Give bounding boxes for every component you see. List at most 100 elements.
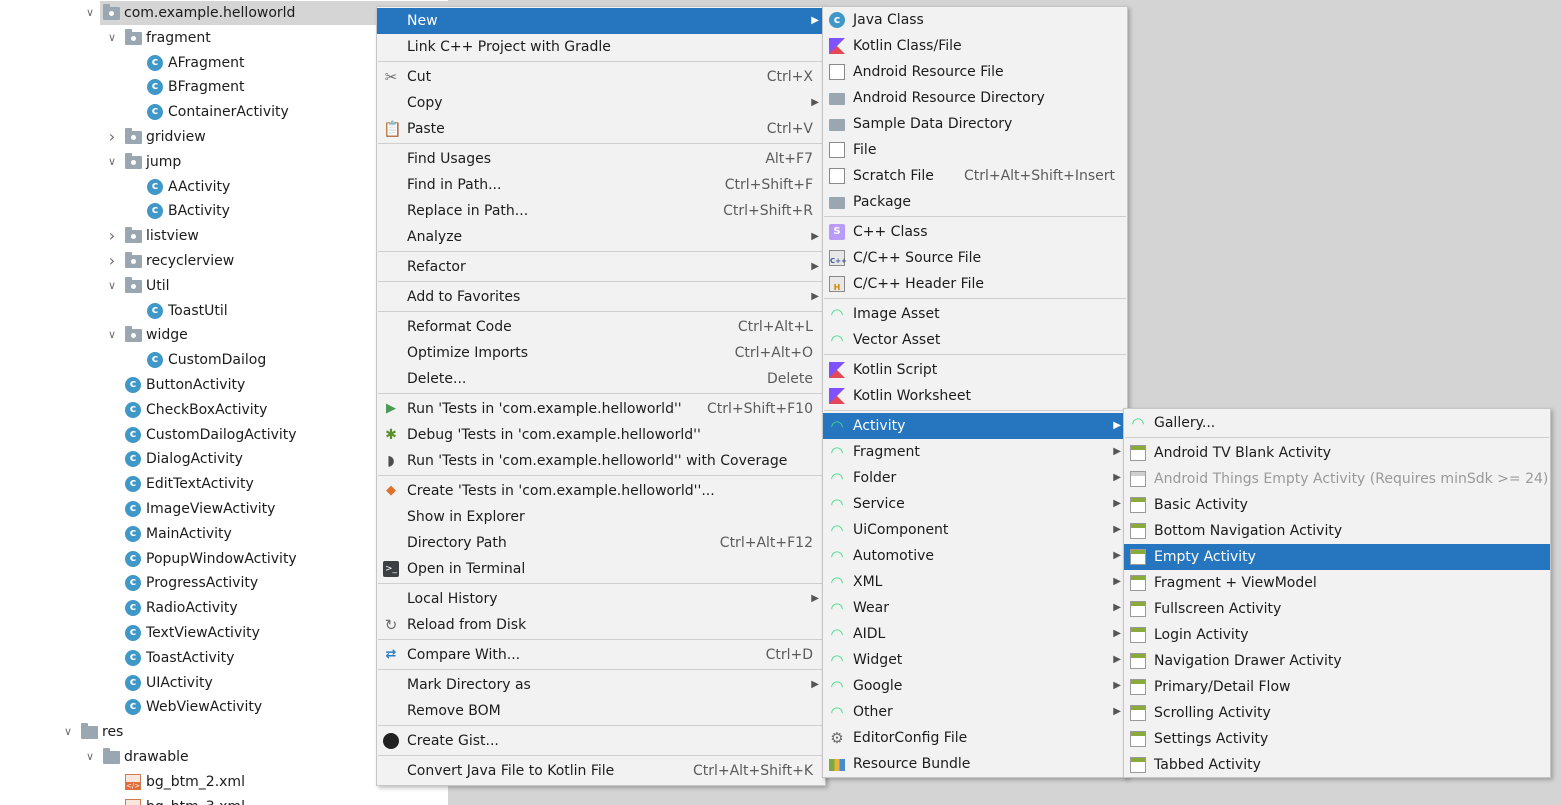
new-item-aidl[interactable]: AIDL ▶	[823, 621, 1127, 647]
activity-item-navigation-drawer-activity[interactable]: Navigation Drawer Activity	[1124, 648, 1550, 674]
tree-item-label: MainActivity	[146, 525, 232, 542]
new-item-uicomponent[interactable]: UiComponent ▶	[823, 517, 1127, 543]
submenu-arrow-icon: ▶	[1113, 602, 1121, 613]
menu-item-reformat-code[interactable]: Reformat Code Ctrl+Alt+L	[377, 314, 825, 340]
collapse-arrow-icon[interactable]: ›	[104, 249, 120, 273]
menu-item-create-gist[interactable]: Create Gist...	[377, 728, 825, 754]
class-icon	[147, 74, 163, 98]
menu-item-refactor[interactable]: Refactor ▶	[377, 254, 825, 280]
expand-arrow-icon[interactable]: ∨	[104, 274, 120, 298]
tree-file-item[interactable]: bg_btm_3.xml	[0, 795, 448, 805]
new-item-activity[interactable]: Activity ▶	[823, 413, 1127, 439]
new-item-service[interactable]: Service ▶	[823, 491, 1127, 517]
android-icon	[829, 704, 845, 720]
menu-item-directory-path[interactable]: Directory Path Ctrl+Alt+F12	[377, 530, 825, 556]
activity-template-icon	[1130, 549, 1146, 565]
menu-item-add-to-favorites[interactable]: Add to Favorites ▶	[377, 284, 825, 310]
collapse-arrow-icon[interactable]: ›	[104, 125, 120, 149]
tree-item-label: WebViewActivity	[146, 699, 263, 716]
new-item-sample-data-directory[interactable]: Sample Data Directory	[823, 111, 1127, 137]
activity-item-tabbed-activity[interactable]: Tabbed Activity	[1124, 752, 1550, 778]
new-item-label: Resource Bundle	[853, 756, 971, 772]
tree-item-label: ProgressActivity	[146, 575, 259, 592]
new-item-label: Google	[853, 678, 903, 694]
menu-item-remove-bom[interactable]: Remove BOM	[377, 698, 825, 724]
activity-item-basic-activity[interactable]: Basic Activity	[1124, 492, 1550, 518]
coverage-icon: ◗	[387, 453, 395, 469]
menu-item-open-in-terminal[interactable]: >_ Open in Terminal	[377, 556, 825, 582]
new-item-resource-bundle[interactable]: Resource Bundle	[823, 751, 1127, 777]
menu-item-compare-with[interactable]: ⇄ Compare With... Ctrl+D	[377, 642, 825, 668]
activity-item-scrolling-activity[interactable]: Scrolling Activity	[1124, 700, 1550, 726]
new-item-wear[interactable]: Wear ▶	[823, 595, 1127, 621]
shortcut-label: Alt+F7	[765, 151, 813, 167]
activity-item-gallery[interactable]: Gallery...	[1124, 410, 1550, 436]
tree-item-label: bg_btm_2.xml	[146, 773, 245, 790]
new-item-java-class[interactable]: c Java Class	[823, 7, 1127, 33]
activity-item-label: Login Activity	[1154, 627, 1249, 643]
menu-item-find-usages[interactable]: Find Usages Alt+F7	[377, 146, 825, 172]
menu-item-analyze[interactable]: Analyze ▶	[377, 224, 825, 250]
menu-item-find-in-path[interactable]: Find in Path... Ctrl+Shift+F	[377, 172, 825, 198]
menu-item-mark-directory-as[interactable]: Mark Directory as ▶	[377, 672, 825, 698]
new-item-c-c-header-file[interactable]: H C/C++ Header File	[823, 271, 1127, 297]
new-item-editorconfig-file[interactable]: ⚙ EditorConfig File	[823, 725, 1127, 751]
new-item-c-class[interactable]: S C++ Class	[823, 219, 1127, 245]
shortcut-label: Delete	[767, 371, 813, 387]
activity-item-primary-detail-flow[interactable]: Primary/Detail Flow	[1124, 674, 1550, 700]
menu-item-run-tests-in-com-example-helloworld-with-coverage[interactable]: ◗ Run 'Tests in 'com.example.helloworld''…	[377, 448, 825, 474]
menu-item-show-in-explorer[interactable]: Show in Explorer	[377, 504, 825, 530]
activity-item-login-activity[interactable]: Login Activity	[1124, 622, 1550, 648]
menu-item-copy[interactable]: Copy ▶	[377, 90, 825, 116]
new-item-package[interactable]: Package	[823, 189, 1127, 215]
new-item-kotlin-script[interactable]: Kotlin Script	[823, 357, 1127, 383]
expand-arrow-icon[interactable]: ∨	[104, 323, 120, 347]
new-item-widget[interactable]: Widget ▶	[823, 647, 1127, 673]
activity-template-icon	[1130, 757, 1146, 773]
class-icon	[147, 298, 163, 322]
menu-item-new[interactable]: New ▶	[377, 8, 825, 34]
new-item-android-resource-directory[interactable]: Android Resource Directory	[823, 85, 1127, 111]
menu-item-replace-in-path[interactable]: Replace in Path... Ctrl+Shift+R	[377, 198, 825, 224]
activity-item-fullscreen-activity[interactable]: Fullscreen Activity	[1124, 596, 1550, 622]
menu-separator	[1125, 437, 1549, 438]
activity-item-empty-activity[interactable]: Empty Activity	[1124, 544, 1550, 570]
new-item-fragment[interactable]: Fragment ▶	[823, 439, 1127, 465]
activity-item-bottom-navigation-activity[interactable]: Bottom Navigation Activity	[1124, 518, 1550, 544]
menu-item-optimize-imports[interactable]: Optimize Imports Ctrl+Alt+O	[377, 340, 825, 366]
new-item-kotlin-class-file[interactable]: Kotlin Class/File	[823, 33, 1127, 59]
menu-item-delete[interactable]: Delete... Delete	[377, 366, 825, 392]
menu-item-local-history[interactable]: Local History ▶	[377, 586, 825, 612]
new-item-vector-asset[interactable]: Vector Asset	[823, 327, 1127, 353]
collapse-arrow-icon[interactable]: ›	[104, 224, 120, 248]
activity-item-fragment-viewmodel[interactable]: Fragment + ViewModel	[1124, 570, 1550, 596]
menu-item-reload-from-disk[interactable]: ↻ Reload from Disk	[377, 612, 825, 638]
new-item-c-c-source-file[interactable]: C++ C/C++ Source File	[823, 245, 1127, 271]
new-item-file[interactable]: File	[823, 137, 1127, 163]
new-item-scratch-file[interactable]: Scratch File Ctrl+Alt+Shift+Insert	[823, 163, 1127, 189]
new-item-kotlin-worksheet[interactable]: Kotlin Worksheet	[823, 383, 1127, 409]
menu-item-create-tests-in-com-example-helloworld[interactable]: ◆ Create 'Tests in 'com.example.helloworl…	[377, 478, 825, 504]
menu-item-link-c-project-with-gradle[interactable]: Link C++ Project with Gradle	[377, 34, 825, 60]
expand-arrow-icon[interactable]: ∨	[82, 1, 98, 25]
activity-item-settings-activity[interactable]: Settings Activity	[1124, 726, 1550, 752]
menu-item-run-tests-in-com-example-helloworld[interactable]: ▶ Run 'Tests in 'com.example.helloworld''…	[377, 396, 825, 422]
class-icon	[125, 620, 141, 644]
menu-item-debug-tests-in-com-example-helloworld[interactable]: ✱ Debug 'Tests in 'com.example.helloworld…	[377, 422, 825, 448]
new-item-google[interactable]: Google ▶	[823, 673, 1127, 699]
expand-arrow-icon[interactable]: ∨	[104, 150, 120, 174]
activity-item-android-tv-blank-activity[interactable]: Android TV Blank Activity	[1124, 440, 1550, 466]
new-item-xml[interactable]: XML ▶	[823, 569, 1127, 595]
new-item-image-asset[interactable]: Image Asset	[823, 301, 1127, 327]
new-item-android-resource-file[interactable]: Android Resource File	[823, 59, 1127, 85]
menu-item-paste[interactable]: 📋 Paste Ctrl+V	[377, 116, 825, 142]
menu-item-cut[interactable]: ✂ Cut Ctrl+X	[377, 64, 825, 90]
new-item-folder[interactable]: Folder ▶	[823, 465, 1127, 491]
new-item-other[interactable]: Other ▶	[823, 699, 1127, 725]
android-icon	[829, 522, 845, 538]
expand-arrow-icon[interactable]: ∨	[60, 720, 76, 744]
expand-arrow-icon[interactable]: ∨	[104, 26, 120, 50]
menu-item-convert-java-file-to-kotlin-file[interactable]: Convert Java File to Kotlin File Ctrl+Alt…	[377, 758, 825, 784]
expand-arrow-icon[interactable]: ∨	[82, 745, 98, 769]
new-item-automotive[interactable]: Automotive ▶	[823, 543, 1127, 569]
